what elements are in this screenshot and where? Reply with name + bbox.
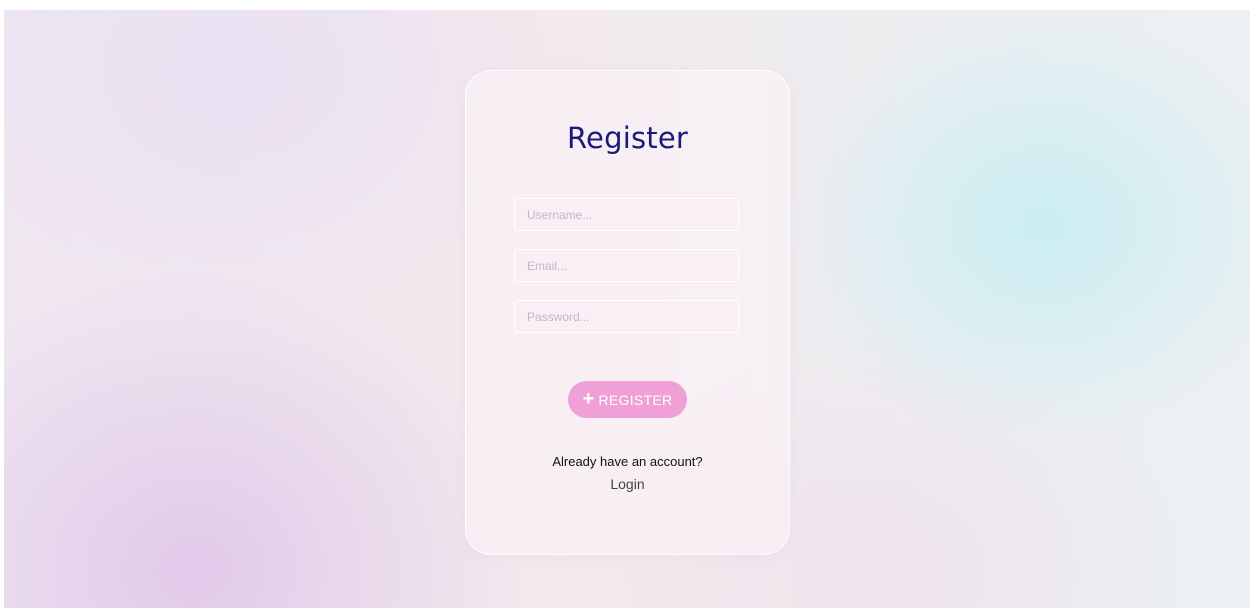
page-background: Register + REGISTER Already have an acco… (4, 10, 1250, 608)
email-input[interactable] (514, 249, 739, 282)
page-title: Register (567, 121, 688, 155)
register-card: Register + REGISTER Already have an acco… (465, 70, 790, 555)
register-button[interactable]: + REGISTER (568, 381, 687, 418)
login-link[interactable]: Login (466, 476, 789, 492)
account-question: Already have an account? (552, 454, 703, 469)
register-button-label: REGISTER (598, 391, 673, 408)
password-input[interactable] (514, 300, 739, 333)
plus-icon: + (582, 387, 595, 410)
username-input[interactable] (514, 198, 739, 231)
